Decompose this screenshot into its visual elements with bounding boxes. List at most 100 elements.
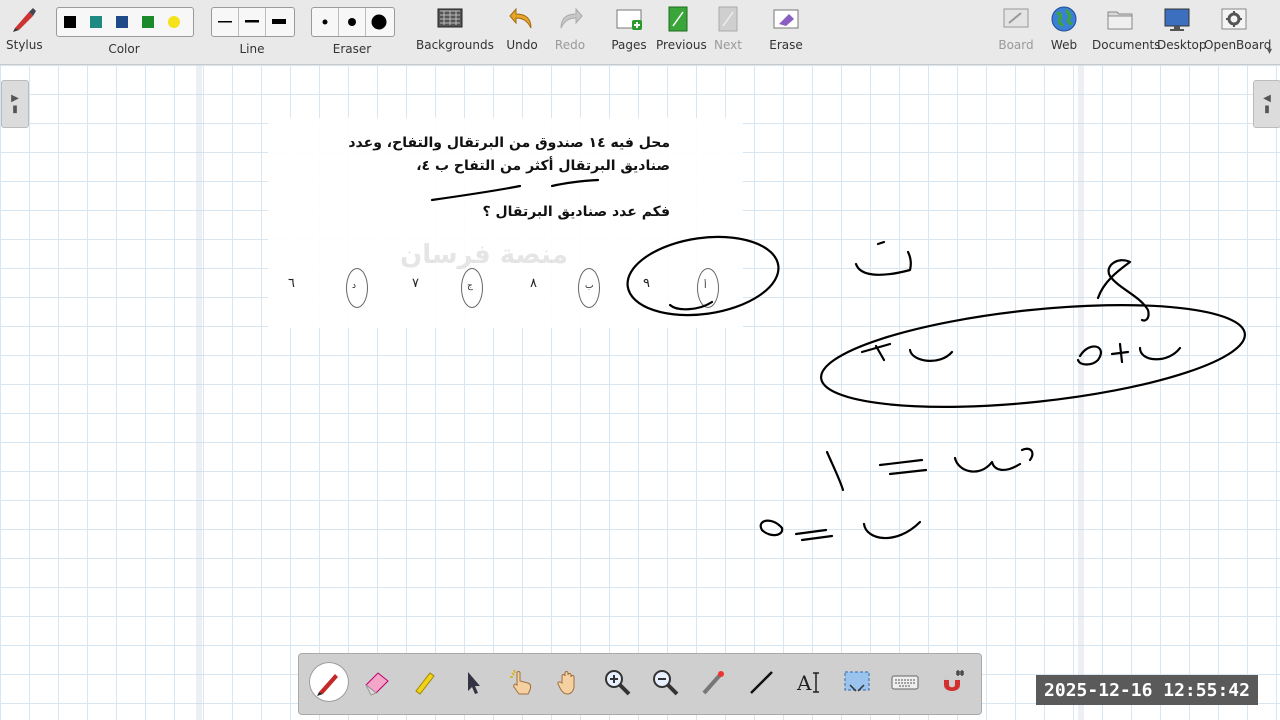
left-panel-toggle[interactable]: ▶ ▮: [1, 80, 29, 128]
stylus-button[interactable]: Stylus: [6, 4, 43, 52]
right-panel-toggle[interactable]: ◀ ▮: [1253, 80, 1280, 128]
menu-chevron-down-icon[interactable]: ▾: [1267, 46, 1272, 57]
option-a-value: ٩: [643, 276, 650, 291]
board-label: Board: [998, 38, 1034, 52]
text-icon: A: [796, 671, 819, 695]
folder-icon: [1107, 11, 1133, 30]
color-swatch-yellow[interactable]: [168, 16, 180, 28]
option-b-letter: ب: [585, 281, 594, 291]
erase-button[interactable]: Erase: [768, 4, 804, 52]
previous-label: Previous: [656, 38, 707, 52]
laser-pointer-icon: [702, 671, 724, 695]
backgrounds-icon: [437, 8, 463, 28]
line-thick-option[interactable]: [266, 8, 292, 36]
line-label: Line: [239, 42, 265, 56]
pages-button[interactable]: Pages: [610, 4, 648, 52]
watermark-text: منصة فرسان: [400, 240, 568, 270]
eraser-medium-option[interactable]: [339, 8, 366, 36]
magnet-icon: [944, 670, 964, 691]
stylus-icon: [13, 8, 36, 32]
eraser-small-option[interactable]: [312, 8, 339, 36]
undo-arrow-icon: [509, 7, 532, 29]
previous-page-button[interactable]: Previous: [656, 4, 707, 52]
next-label: Next: [714, 38, 742, 52]
web-button[interactable]: Web: [1046, 4, 1082, 52]
page-margin-right: [1078, 65, 1084, 720]
openboard-label: OpenBoard: [1204, 38, 1272, 52]
option-d-value: ٦: [288, 276, 295, 291]
next-page-icon: [718, 6, 738, 32]
pages-label: Pages: [611, 38, 647, 52]
eraser-large-option[interactable]: [366, 8, 392, 36]
desktop-button[interactable]: Desktop: [1157, 4, 1207, 52]
openboard-menu-button[interactable]: OpenBoard: [1204, 4, 1272, 52]
grip-icon: ▮: [12, 104, 18, 115]
color-swatch-green[interactable]: [142, 16, 154, 28]
stylus-label: Stylus: [6, 38, 43, 52]
page-margin-left: [196, 65, 202, 720]
highlighter-tool-button[interactable]: [405, 662, 445, 702]
redo-label: Redo: [554, 38, 586, 52]
hand-tool-button[interactable]: [549, 662, 589, 702]
undo-button[interactable]: Undo: [504, 4, 540, 52]
next-page-button[interactable]: Next: [710, 4, 746, 52]
open-hand-icon: [557, 671, 575, 695]
line-medium-option[interactable]: [239, 8, 266, 36]
backgrounds-label: Backgrounds: [416, 38, 494, 52]
timestamp-overlay: 2025-12-16 12:55:42: [1036, 675, 1258, 705]
zoom-out-icon: [653, 670, 679, 696]
laser-pointer-tool-button[interactable]: [693, 662, 733, 702]
add-page-icon: [616, 9, 642, 30]
globe-icon: [1051, 6, 1077, 32]
expand-right-icon: ▶: [11, 93, 19, 104]
line-tool-button[interactable]: [741, 662, 781, 702]
keyboard-icon: [891, 675, 919, 690]
eraser-size-selector: [311, 7, 395, 37]
color-swatch-teal[interactable]: [90, 16, 102, 28]
highlighter-icon: [415, 672, 435, 695]
pen-tool-button[interactable]: [309, 662, 349, 702]
documents-label: Documents: [1092, 38, 1161, 52]
web-label: Web: [1050, 38, 1078, 52]
redo-button[interactable]: Redo: [552, 4, 588, 52]
option-a-marker: [697, 268, 719, 308]
undo-label: Undo: [506, 38, 538, 52]
capture-tool-button[interactable]: [837, 662, 877, 702]
option-d-letter: د: [352, 281, 357, 291]
option-c-letter: ج: [467, 281, 473, 291]
color-swatch-black[interactable]: [64, 16, 76, 28]
tools-dock: A: [298, 653, 982, 715]
backgrounds-button[interactable]: Backgrounds: [416, 4, 494, 52]
line-icon: [750, 671, 773, 694]
screen-capture-icon: [844, 671, 870, 692]
board-button[interactable]: Board: [998, 4, 1034, 52]
zoom-in-icon: [605, 670, 631, 696]
text-tool-button[interactable]: A: [789, 662, 829, 702]
select-tool-button[interactable]: [453, 662, 493, 702]
erase-label: Erase: [769, 38, 803, 52]
desktop-label: Desktop: [1157, 38, 1207, 52]
keyboard-tool-button[interactable]: [885, 662, 925, 702]
eraser-tool-button[interactable]: [357, 662, 397, 702]
previous-page-icon: [668, 6, 688, 32]
eraser-icon: [365, 672, 389, 696]
grip-icon: ▮: [1264, 104, 1270, 115]
magnet-tool-button[interactable]: [933, 662, 973, 702]
documents-button[interactable]: Documents: [1092, 4, 1161, 52]
pen-icon: [317, 674, 338, 696]
question-line-1: محل فيه ١٤ صندوق من البرتقال والتفاح، وع…: [348, 135, 670, 151]
gear-icon: [1221, 8, 1247, 30]
monitor-icon: [1164, 8, 1190, 31]
expand-left-icon: ◀: [1263, 93, 1271, 104]
option-c-value: ٧: [412, 276, 419, 291]
color-palette: [56, 7, 194, 37]
svg-text:A: A: [796, 671, 812, 695]
option-a-letter: أ: [704, 281, 707, 291]
interact-tool-button[interactable]: [501, 662, 541, 702]
zoom-out-tool-button[interactable]: [645, 662, 685, 702]
line-thin-option[interactable]: [212, 8, 239, 36]
zoom-in-tool-button[interactable]: [597, 662, 637, 702]
color-swatch-blue[interactable]: [116, 16, 128, 28]
option-b-value: ٨: [530, 276, 537, 291]
eraser-label: Eraser: [332, 42, 372, 56]
